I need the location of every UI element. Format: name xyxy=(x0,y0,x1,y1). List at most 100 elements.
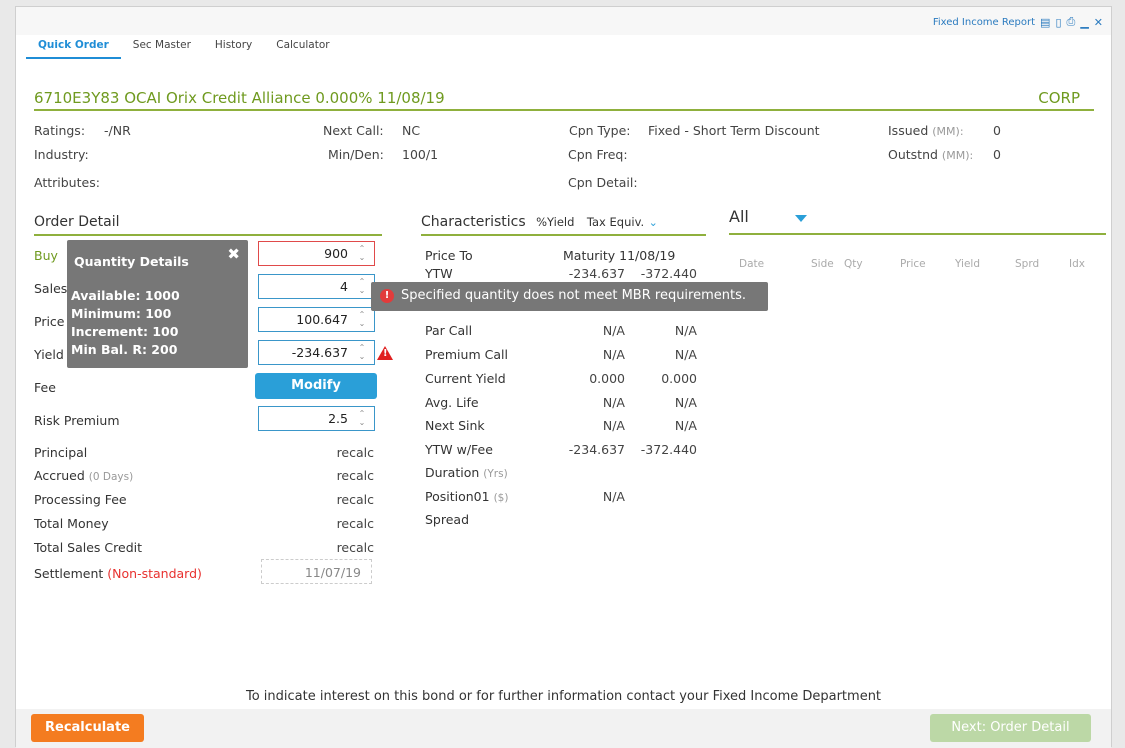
dropdown-caret-icon xyxy=(795,215,807,222)
minimize-icon[interactable]: ▁ xyxy=(1080,16,1088,29)
processing-fee-value: recalc xyxy=(336,492,374,507)
premium-call-value-2: N/A xyxy=(674,347,697,362)
risk-premium-label: Risk Premium xyxy=(34,413,120,428)
current-yield-value-2: 0.000 xyxy=(661,371,697,386)
total-money-label: Total Money xyxy=(34,516,109,531)
min-bal-qty: Min Bal. R: 200 xyxy=(71,342,178,357)
window-title: Fixed Income Report xyxy=(932,16,1036,28)
min-den-value: 100/1 xyxy=(402,147,439,162)
col-price: Price xyxy=(900,258,926,270)
quantity-details-title: Quantity Details xyxy=(74,254,189,269)
duration-label: Duration (Yrs) xyxy=(425,465,508,480)
cpn-type-label: Cpn Type: xyxy=(569,123,631,138)
total-sales-credit-value: recalc xyxy=(336,540,374,555)
outstnd-value: 0 xyxy=(993,147,1001,162)
ytw-label: YTW xyxy=(425,266,453,281)
error-icon: ! xyxy=(380,289,394,303)
outstnd-label: Outstnd (MM): xyxy=(888,147,974,162)
tab-history[interactable]: History xyxy=(203,35,264,59)
current-yield-label: Current Yield xyxy=(425,371,506,386)
price-spinner[interactable]: ⌃ ⌄ xyxy=(356,310,368,329)
order-detail-title: Order Detail xyxy=(34,214,382,236)
content-area: 6710E3Y83 OCAI Orix Credit Alliance 0.00… xyxy=(18,59,1109,709)
yield-spinner[interactable]: ⌃ ⌄ xyxy=(356,343,368,362)
avg-life-label: Avg. Life xyxy=(425,395,479,410)
next-call-label: Next Call: xyxy=(323,123,384,138)
tax-equiv-option[interactable]: Tax Equiv. xyxy=(587,215,644,229)
security-title: 6710E3Y83 OCAI Orix Credit Alliance 0.00… xyxy=(34,89,445,107)
quick-order-window: Fixed Income Report ▤ ▯ ⎙ ▁ ✕ Quick Orde… xyxy=(15,6,1112,748)
security-type: CORP xyxy=(1038,89,1080,107)
minimum-qty: Minimum: 100 xyxy=(71,306,172,321)
quantity-details-popup: Quantity Details ✖ Available: 1000 Minim… xyxy=(67,240,248,368)
industry-label: Industry: xyxy=(34,147,89,162)
bottom-bar: Recalculate Next: Order Detail xyxy=(16,709,1111,748)
increment-qty: Increment: 100 xyxy=(71,324,179,339)
quantity-spinner[interactable]: ⌃ ⌄ xyxy=(356,244,368,263)
close-popup-icon[interactable]: ✖ xyxy=(227,245,240,263)
risk-premium-input[interactable]: 2.5 ⌃ ⌄ xyxy=(258,406,375,431)
print-icon[interactable]: ⎙ xyxy=(1067,15,1076,29)
report-icon[interactable]: ▤ xyxy=(1040,16,1050,29)
characteristics-title: Characteristics xyxy=(421,214,526,230)
spread-label: Spread xyxy=(425,512,470,527)
warning-icon: ! xyxy=(377,346,393,360)
ytw-value-2: -372.440 xyxy=(640,266,697,281)
tab-quick-order[interactable]: Quick Order xyxy=(26,35,121,59)
accrued-value: recalc xyxy=(336,468,374,483)
tab-sec-master[interactable]: Sec Master xyxy=(121,35,203,59)
close-icon[interactable]: ✕ xyxy=(1094,16,1103,29)
avg-life-value-1: N/A xyxy=(602,395,625,410)
tab-bar: Quick Order Sec Master History Calculato… xyxy=(26,35,342,59)
recalculate-button[interactable]: Recalculate xyxy=(31,714,144,742)
total-money-value: recalc xyxy=(336,516,374,531)
trades-filter-dropdown[interactable]: All xyxy=(729,207,1106,235)
ytw-fee-value-1: -234.637 xyxy=(568,442,625,457)
buy-label: Buy xyxy=(34,248,58,263)
premium-call-label: Premium Call xyxy=(425,347,508,362)
available-qty: Available: 1000 xyxy=(71,288,180,303)
par-call-value-2: N/A xyxy=(674,323,697,338)
window-controls: Fixed Income Report ▤ ▯ ⎙ ▁ ✕ xyxy=(933,15,1103,29)
sales-credit-input[interactable]: 4 ⌃ ⌄ xyxy=(258,274,375,299)
current-yield-value-1: 0.000 xyxy=(589,371,625,386)
ytw-fee-label: YTW w/Fee xyxy=(425,442,493,457)
ratings-label: Ratings: xyxy=(34,123,86,138)
risk-premium-spinner[interactable]: ⌃ ⌄ xyxy=(356,409,368,428)
col-yield: Yield xyxy=(955,258,980,270)
error-tooltip: ! Specified quantity does not meet MBR r… xyxy=(371,282,768,311)
ytw-value-1: -234.637 xyxy=(568,266,625,281)
col-sprd: Sprd xyxy=(1015,258,1040,270)
issued-label: Issued (MM): xyxy=(888,123,964,138)
price-input[interactable]: 100.647 ⌃ ⌄ xyxy=(258,307,375,332)
tab-calculator[interactable]: Calculator xyxy=(264,35,341,59)
yield-label: Yield xyxy=(34,347,64,362)
cpn-freq-label: Cpn Freq: xyxy=(568,147,628,162)
par-call-value-1: N/A xyxy=(602,323,625,338)
footer-note: To indicate interest on this bond or for… xyxy=(245,689,882,704)
maturity-header: Maturity 11/08/19 xyxy=(563,248,676,263)
cpn-detail-label: Cpn Detail: xyxy=(568,175,638,190)
next-order-detail-button[interactable]: Next: Order Detail xyxy=(930,714,1091,742)
yield-option[interactable]: %Yield xyxy=(536,215,574,229)
total-sales-credit-label: Total Sales Credit xyxy=(34,540,143,555)
modify-fee-button[interactable]: Modify xyxy=(255,373,377,399)
trades-filter-value: All xyxy=(729,207,749,226)
sales-credit-spinner[interactable]: ⌃ ⌄ xyxy=(356,277,368,296)
chevron-down-icon[interactable]: ⌄ xyxy=(649,216,658,229)
error-message: Specified quantity does not meet MBR req… xyxy=(401,288,747,303)
quantity-input[interactable]: 900 ⌃ ⌄ xyxy=(258,241,375,266)
security-header: 6710E3Y83 OCAI Orix Credit Alliance 0.00… xyxy=(34,89,1094,111)
premium-call-value-1: N/A xyxy=(602,347,625,362)
issued-value: 0 xyxy=(993,123,1001,138)
next-sink-value-2: N/A xyxy=(674,418,697,433)
settlement-date-field[interactable]: 11/07/19 xyxy=(261,559,372,584)
principal-value: recalc xyxy=(336,445,374,460)
characteristics-header: Characteristics %Yield Tax Equiv. ⌄ xyxy=(421,214,706,236)
mobile-icon[interactable]: ▯ xyxy=(1055,16,1061,29)
yield-input[interactable]: -234.637 ⌃ ⌄ xyxy=(258,340,375,365)
price-to-label: Price To xyxy=(425,248,473,263)
ratings-value: -/NR xyxy=(104,123,131,138)
ytw-fee-value-2: -372.440 xyxy=(640,442,697,457)
processing-fee-label: Processing Fee xyxy=(34,492,127,507)
